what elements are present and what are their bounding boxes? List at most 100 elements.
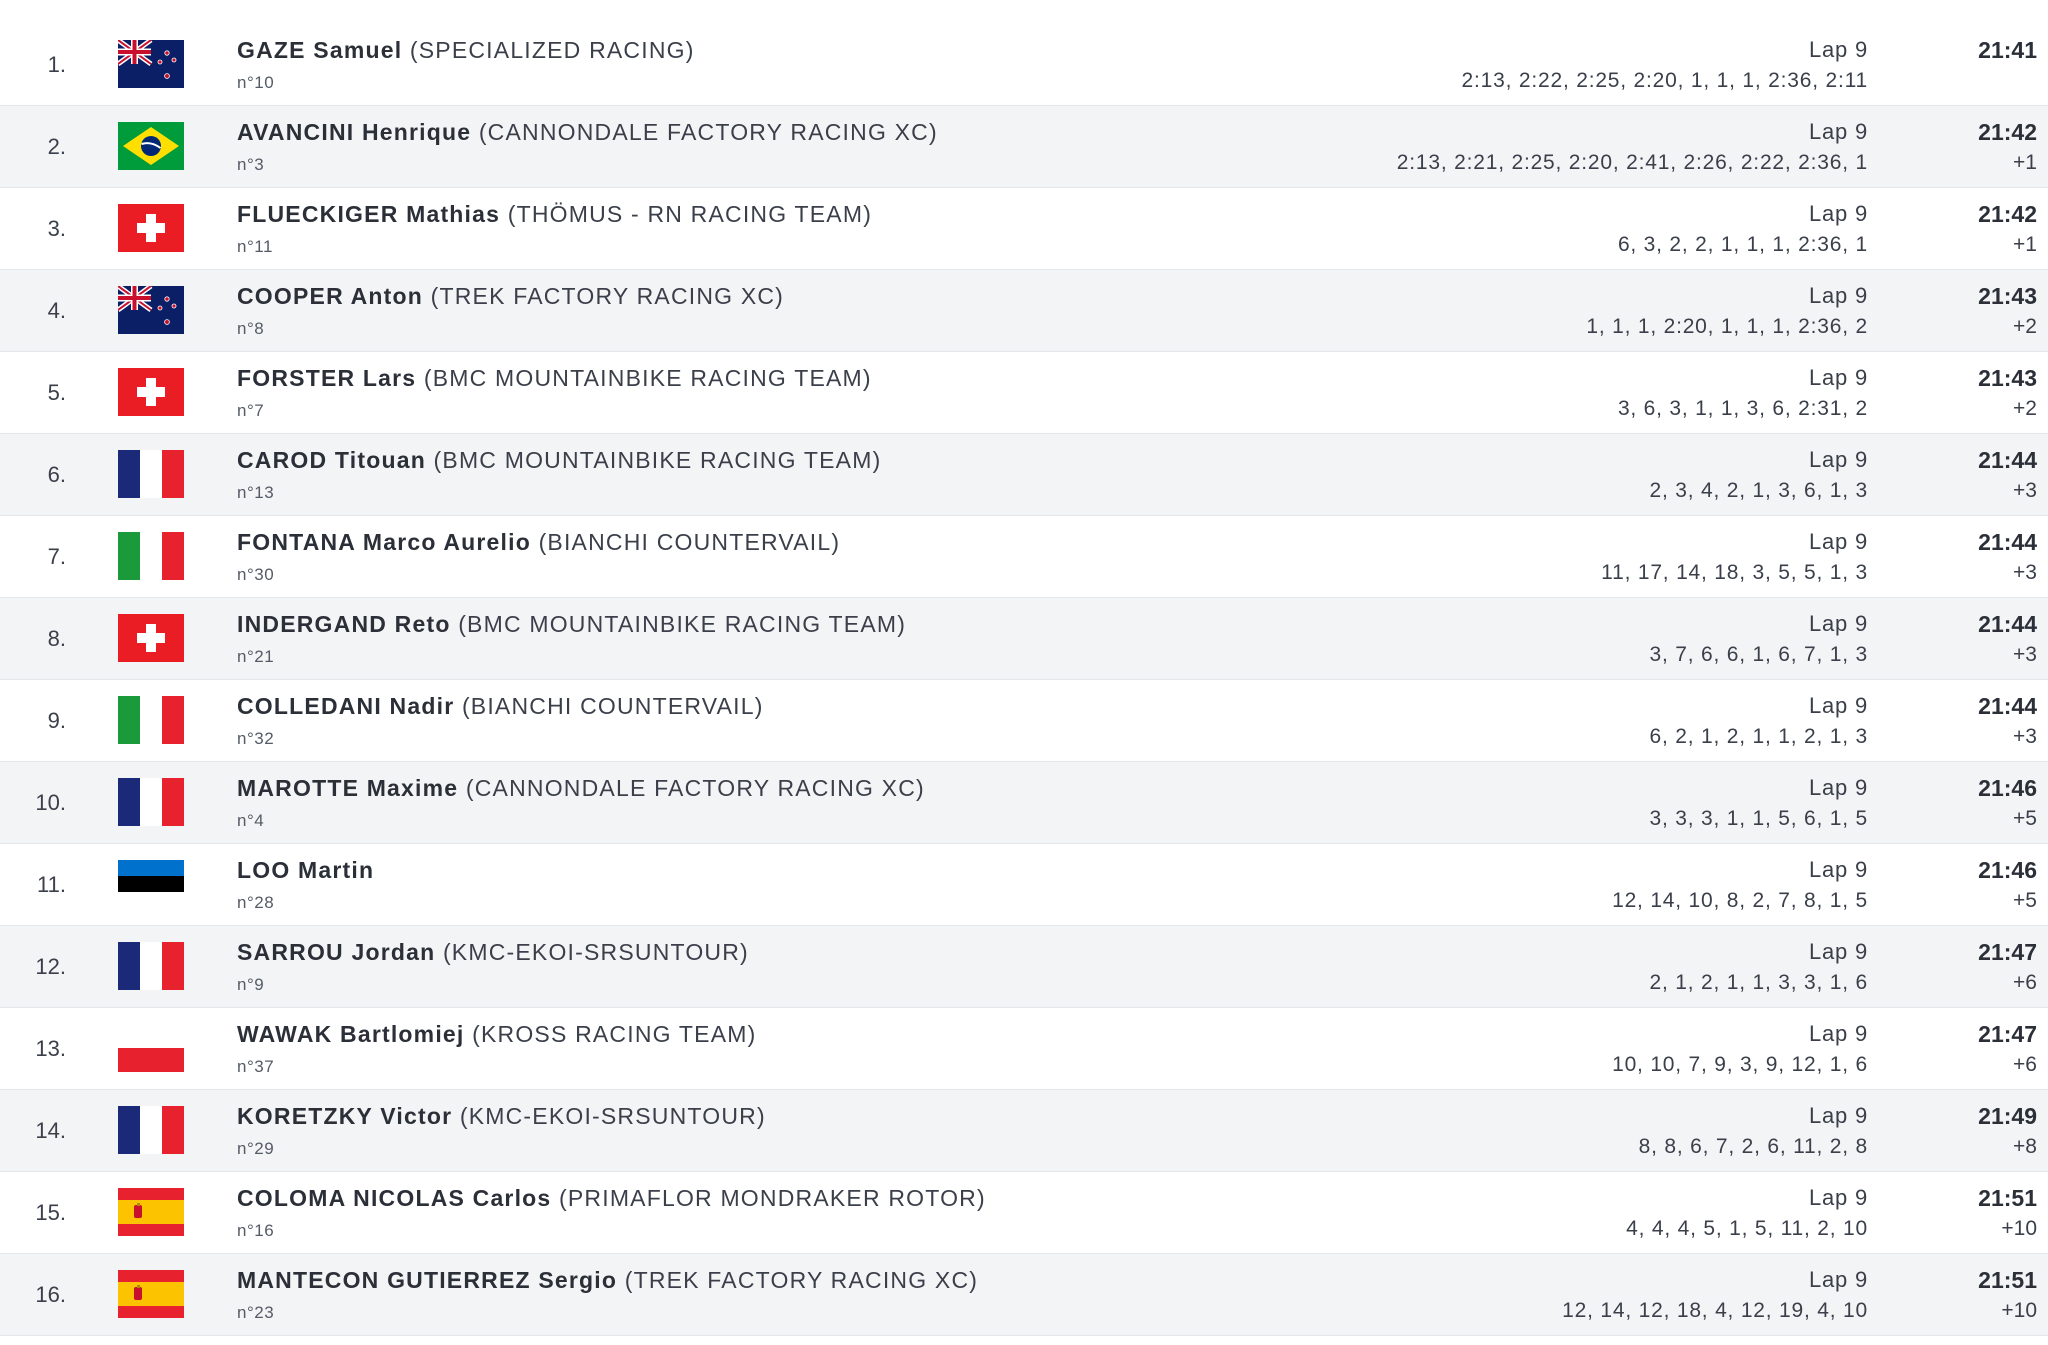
bib-number: n°7: [237, 401, 265, 420]
lap-splits: 6, 2, 1, 2, 1, 1, 2, 1, 3: [1649, 725, 1868, 748]
rider-line: KORETZKY Victor (KMC-EKOI-SRSUNTOUR): [237, 1103, 766, 1130]
new-zealand-flag-icon: [118, 286, 184, 334]
result-row-8[interactable]: 8. INDERGAND Reto (BMC MOUNTAINBIKE RACI…: [0, 598, 2048, 680]
results-list: 1. GAZE Samuel (SPECIALIZED RACING) n°10…: [0, 24, 2048, 1336]
result-row-6[interactable]: 6. CAROD Titouan (BMC MOUNTAINBIKE RACIN…: [0, 434, 2048, 516]
rank: 13.: [35, 1036, 66, 1061]
rider-name[interactable]: LOO Martin: [237, 857, 374, 883]
team-name: (THÖMUS - RN RACING TEAM): [507, 201, 873, 227]
team-name: (PRIMAFLOR MONDRAKER ROTOR): [559, 1185, 986, 1211]
estonia-flag-icon: [118, 860, 184, 908]
result-row-7[interactable]: 7. FONTANA Marco Aurelio (BIANCHI COUNTE…: [0, 516, 2048, 598]
time-gap: +1: [2013, 151, 2037, 174]
result-row-14[interactable]: 14. KORETZKY Victor (KMC-EKOI-SRSUNTOUR)…: [0, 1090, 2048, 1172]
result-row-15[interactable]: 15. COLOMA NICOLAS Carlos (PRIMAFLOR MON…: [0, 1172, 2048, 1254]
rider-name[interactable]: WAWAK Bartlomiej: [237, 1021, 465, 1047]
rank: 15.: [35, 1200, 66, 1225]
lap-splits: 12, 14, 10, 8, 2, 7, 8, 1, 5: [1612, 889, 1868, 912]
rider-name[interactable]: COOPER Anton: [237, 283, 423, 309]
rider-name[interactable]: FLUECKIGER Mathias: [237, 201, 500, 227]
result-row-2[interactable]: 2. AVANCINI Henrique (CANNONDALE FACTORY…: [0, 106, 2048, 188]
bib-number: n°37: [237, 1057, 275, 1076]
rank: 6.: [47, 462, 66, 487]
time-gap: +5: [2013, 889, 2037, 912]
spain-flag-icon: [118, 1188, 184, 1236]
team-name: (TREK FACTORY RACING XC): [624, 1267, 979, 1293]
lap-splits: 11, 17, 14, 18, 3, 5, 5, 1, 3: [1601, 561, 1868, 584]
finish-time: 21:51: [1978, 1267, 2037, 1293]
france-flag-icon: [118, 450, 184, 498]
rider-line: SARROU Jordan (KMC-EKOI-SRSUNTOUR): [237, 939, 749, 966]
france-flag-icon: [118, 942, 184, 990]
rank: 7.: [47, 544, 66, 569]
rank: 11.: [37, 872, 66, 897]
finish-time: 21:47: [1978, 1021, 2037, 1047]
rider-name[interactable]: FONTANA Marco Aurelio: [237, 529, 531, 555]
lap-label: Lap 9: [1808, 693, 1868, 718]
italy-flag-icon: [118, 696, 184, 744]
lap-label: Lap 9: [1808, 857, 1868, 882]
rider-name[interactable]: GAZE Samuel: [237, 37, 402, 63]
brazil-flag-icon: [118, 122, 184, 170]
rider-line: FLUECKIGER Mathias (THÖMUS - RN RACING T…: [237, 201, 872, 228]
rider-name[interactable]: AVANCINI Henrique: [237, 119, 471, 145]
lap-label: Lap 9: [1808, 1021, 1868, 1046]
poland-flag-icon: [118, 1024, 184, 1072]
rider-name[interactable]: CAROD Titouan: [237, 447, 426, 473]
rank: 8.: [47, 626, 66, 651]
result-row-12[interactable]: 12. SARROU Jordan (KMC-EKOI-SRSUNTOUR) n…: [0, 926, 2048, 1008]
rank: 2.: [47, 134, 66, 159]
finish-time: 21:41: [1978, 37, 2037, 63]
bib-number: n°8: [237, 319, 265, 338]
france-flag-icon: [118, 1106, 184, 1154]
bib-number: n°3: [237, 155, 265, 174]
lap-splits: 3, 6, 3, 1, 1, 3, 6, 2:31, 2: [1617, 397, 1868, 420]
lap-label: Lap 9: [1808, 365, 1868, 390]
lap-splits: 6, 3, 2, 2, 1, 1, 1, 2:36, 1: [1617, 233, 1868, 256]
result-row-11[interactable]: 11. LOO Martin n°28 Lap 9 12, 14, 10, 8,…: [0, 844, 2048, 926]
rider-line: MANTECON GUTIERREZ Sergio (TREK FACTORY …: [237, 1267, 978, 1294]
rider-name[interactable]: SARROU Jordan: [237, 939, 435, 965]
result-row-1[interactable]: 1. GAZE Samuel (SPECIALIZED RACING) n°10…: [0, 24, 2048, 106]
rank: 12.: [35, 954, 66, 979]
lap-label: Lap 9: [1808, 611, 1868, 636]
time-gap: +8: [2013, 1135, 2037, 1158]
lap-splits: 12, 14, 12, 18, 4, 12, 19, 4, 10: [1562, 1299, 1868, 1322]
rider-name[interactable]: INDERGAND Reto: [237, 611, 451, 637]
team-name: (TREK FACTORY RACING XC): [430, 283, 785, 309]
lap-label: Lap 9: [1808, 283, 1868, 308]
rider-line: WAWAK Bartlomiej (KROSS RACING TEAM): [237, 1021, 756, 1048]
result-row-13[interactable]: 13. WAWAK Bartlomiej (KROSS RACING TEAM)…: [0, 1008, 2048, 1090]
result-row-4[interactable]: 4. COOPER Anton (TREK FACTORY RACING XC)…: [0, 270, 2048, 352]
bib-number: n°4: [237, 811, 265, 830]
rank: 14.: [35, 1118, 66, 1143]
rider-name[interactable]: COLLEDANI Nadir: [237, 693, 454, 719]
result-row-3[interactable]: 3. FLUECKIGER Mathias (THÖMUS - RN RACIN…: [0, 188, 2048, 270]
lap-splits: 1, 1, 1, 2:20, 1, 1, 1, 2:36, 2: [1586, 315, 1868, 338]
bib-number: n°10: [237, 73, 275, 92]
rider-name[interactable]: COLOMA NICOLAS Carlos: [237, 1185, 551, 1211]
result-row-10[interactable]: 10. MAROTTE Maxime (CANNONDALE FACTORY R…: [0, 762, 2048, 844]
result-row-9[interactable]: 9. COLLEDANI Nadir (BIANCHI COUNTERVAIL)…: [0, 680, 2048, 762]
rider-line: LOO Martin: [237, 857, 374, 884]
result-row-5[interactable]: 5. FORSTER Lars (BMC MOUNTAINBIKE RACING…: [0, 352, 2048, 434]
lap-label: Lap 9: [1808, 37, 1868, 62]
result-row-16[interactable]: 16. MANTECON GUTIERREZ Sergio (TREK FACT…: [0, 1254, 2048, 1336]
lap-splits: 3, 3, 3, 1, 1, 5, 6, 1, 5: [1649, 807, 1868, 830]
new-zealand-flag-icon: [118, 40, 184, 88]
bib-number: n°30: [237, 565, 275, 584]
finish-time: 21:51: [1978, 1185, 2037, 1211]
team-name: (BMC MOUNTAINBIKE RACING TEAM): [433, 447, 882, 473]
rider-line: GAZE Samuel (SPECIALIZED RACING): [237, 37, 695, 64]
bib-number: n°32: [237, 729, 275, 748]
time-gap: +3: [2013, 725, 2037, 748]
time-gap: +6: [2013, 971, 2037, 994]
rider-line: AVANCINI Henrique (CANNONDALE FACTORY RA…: [237, 119, 938, 146]
rider-name[interactable]: FORSTER Lars: [237, 365, 416, 391]
rider-name[interactable]: KORETZKY Victor: [237, 1103, 452, 1129]
rider-name[interactable]: MAROTTE Maxime: [237, 775, 458, 801]
bib-number: n°13: [237, 483, 275, 502]
rider-line: CAROD Titouan (BMC MOUNTAINBIKE RACING T…: [237, 447, 881, 474]
finish-time: 21:49: [1978, 1103, 2037, 1129]
rider-name[interactable]: MANTECON GUTIERREZ Sergio: [237, 1267, 617, 1293]
